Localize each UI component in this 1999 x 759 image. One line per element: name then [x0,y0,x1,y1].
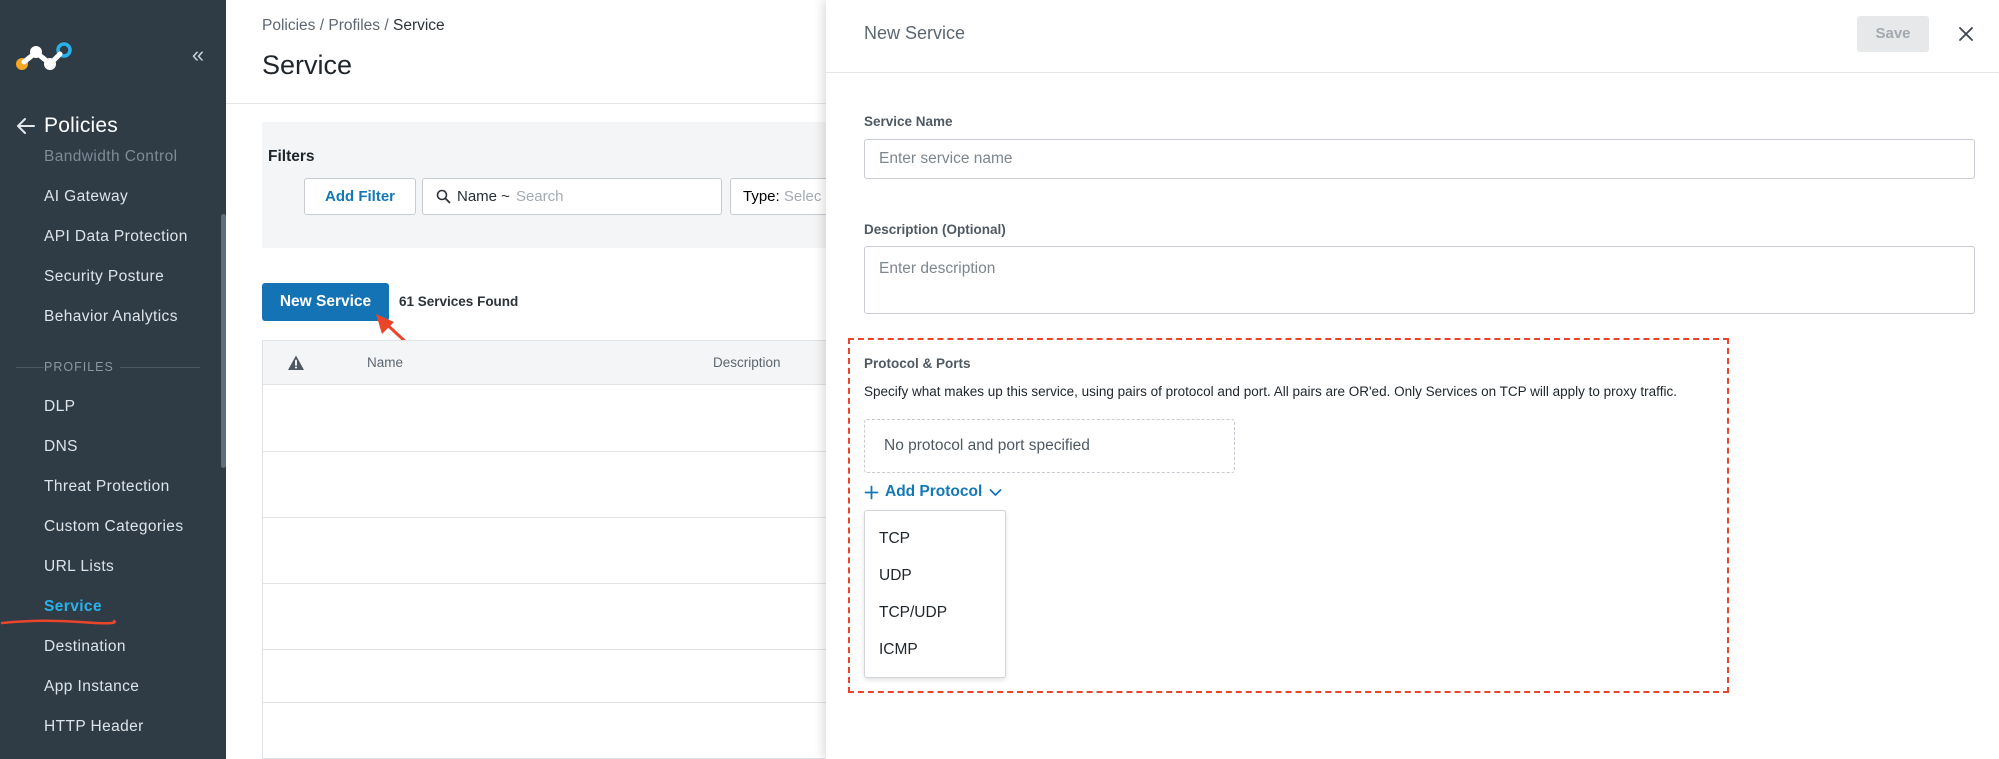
sidebar-item-url-lists[interactable]: URL Lists [44,558,114,576]
breadcrumb-profiles[interactable]: Profiles [328,17,380,34]
sidebar-item-security-posture[interactable]: Security Posture [44,268,164,286]
sidebar-item-api-data-protection[interactable]: API Data Protection [44,228,188,246]
sidebar-item-threat-protection[interactable]: Threat Protection [44,478,170,496]
chevron-down-icon [989,488,1002,496]
sidebar-item-behavior-analytics[interactable]: Behavior Analytics [44,308,178,326]
sidebar-item-bandwidth-control[interactable]: Bandwidth Control [44,148,177,166]
sidebar-item-custom-categories[interactable]: Custom Categories [44,518,183,536]
sidebar-item-ai-gateway[interactable]: AI Gateway [44,188,128,206]
filters-title: Filters [268,148,315,165]
description-label: Description (Optional) [864,222,1006,237]
services-found-count: 61 Services Found [399,294,519,309]
breadcrumb: Policies / Profiles / Service [262,17,445,35]
sidebar-item-dlp[interactable]: DLP [44,398,75,416]
empty-protocol-placeholder: No protocol and port specified [864,419,1235,473]
back-arrow-icon [17,118,35,134]
column-header-description[interactable]: Description [713,355,781,370]
breadcrumb-separator: / [319,17,325,34]
add-protocol-button[interactable]: Add Protocol [864,483,1002,501]
add-filter-button[interactable]: Add Filter [304,178,416,215]
name-search-input[interactable]: Name ~ Search [422,178,722,215]
sidebar: « Policies Bandwidth Control AI Gateway … [0,0,226,759]
search-icon [436,189,451,204]
page-title: Service [262,50,353,80]
section-title: Policies [44,114,118,137]
drawer-header-divider [826,72,1999,73]
protocol-option-udp[interactable]: UDP [879,567,912,585]
sidebar-item-app-instance[interactable]: App Instance [44,678,139,696]
new-service-drawer: New Service Save Service Name Descriptio… [826,0,1999,759]
service-name-label: Service Name [864,114,953,129]
type-filter-label: Type: [743,188,780,205]
breadcrumb-separator: / [384,17,389,34]
type-filter-placeholder: Selec [783,188,822,205]
protocol-ports-description: Specify what makes up this service, usin… [864,384,1677,399]
save-button[interactable]: Save [1857,16,1929,52]
collapse-sidebar-icon[interactable]: « [188,44,208,66]
protocol-option-tcp[interactable]: TCP [879,530,910,548]
description-textarea[interactable] [864,246,1975,314]
warning-icon [288,355,304,370]
breadcrumb-current: Service [392,17,445,34]
protocol-option-tcp-udp[interactable]: TCP/UDP [879,604,947,622]
plus-icon [864,485,879,499]
sidebar-item-http-header[interactable]: HTTP Header [44,718,144,736]
protocol-ports-label: Protocol & Ports [864,356,971,371]
breadcrumb-policies[interactable]: Policies [262,17,315,34]
name-filter-label: Name ~ [457,188,510,205]
name-filter-placeholder: Search [515,188,564,205]
add-protocol-label: Add Protocol [885,483,983,500]
sidebar-item-dns[interactable]: DNS [44,438,78,456]
protocol-option-icmp[interactable]: ICMP [879,641,918,659]
back-to-policies[interactable]: Policies [14,114,118,138]
column-header-name[interactable]: Name [367,355,403,370]
sidebar-item-destination[interactable]: Destination [44,638,126,656]
close-icon[interactable] [1953,21,1979,47]
app-root: « Policies Bandwidth Control AI Gateway … [0,0,1999,759]
sidebar-nav-list: Bandwidth Control AI Gateway API Data Pr… [0,146,218,759]
sidebar-section-profiles: PROFILES [44,360,120,374]
logo-icon [16,42,72,70]
drawer-title: New Service [864,23,966,43]
protocol-dropdown-menu: TCP UDP TCP/UDP ICMP [864,510,1006,678]
service-name-input[interactable] [864,139,1975,179]
sidebar-item-service[interactable]: Service [44,598,102,616]
active-item-underline [0,619,116,625]
